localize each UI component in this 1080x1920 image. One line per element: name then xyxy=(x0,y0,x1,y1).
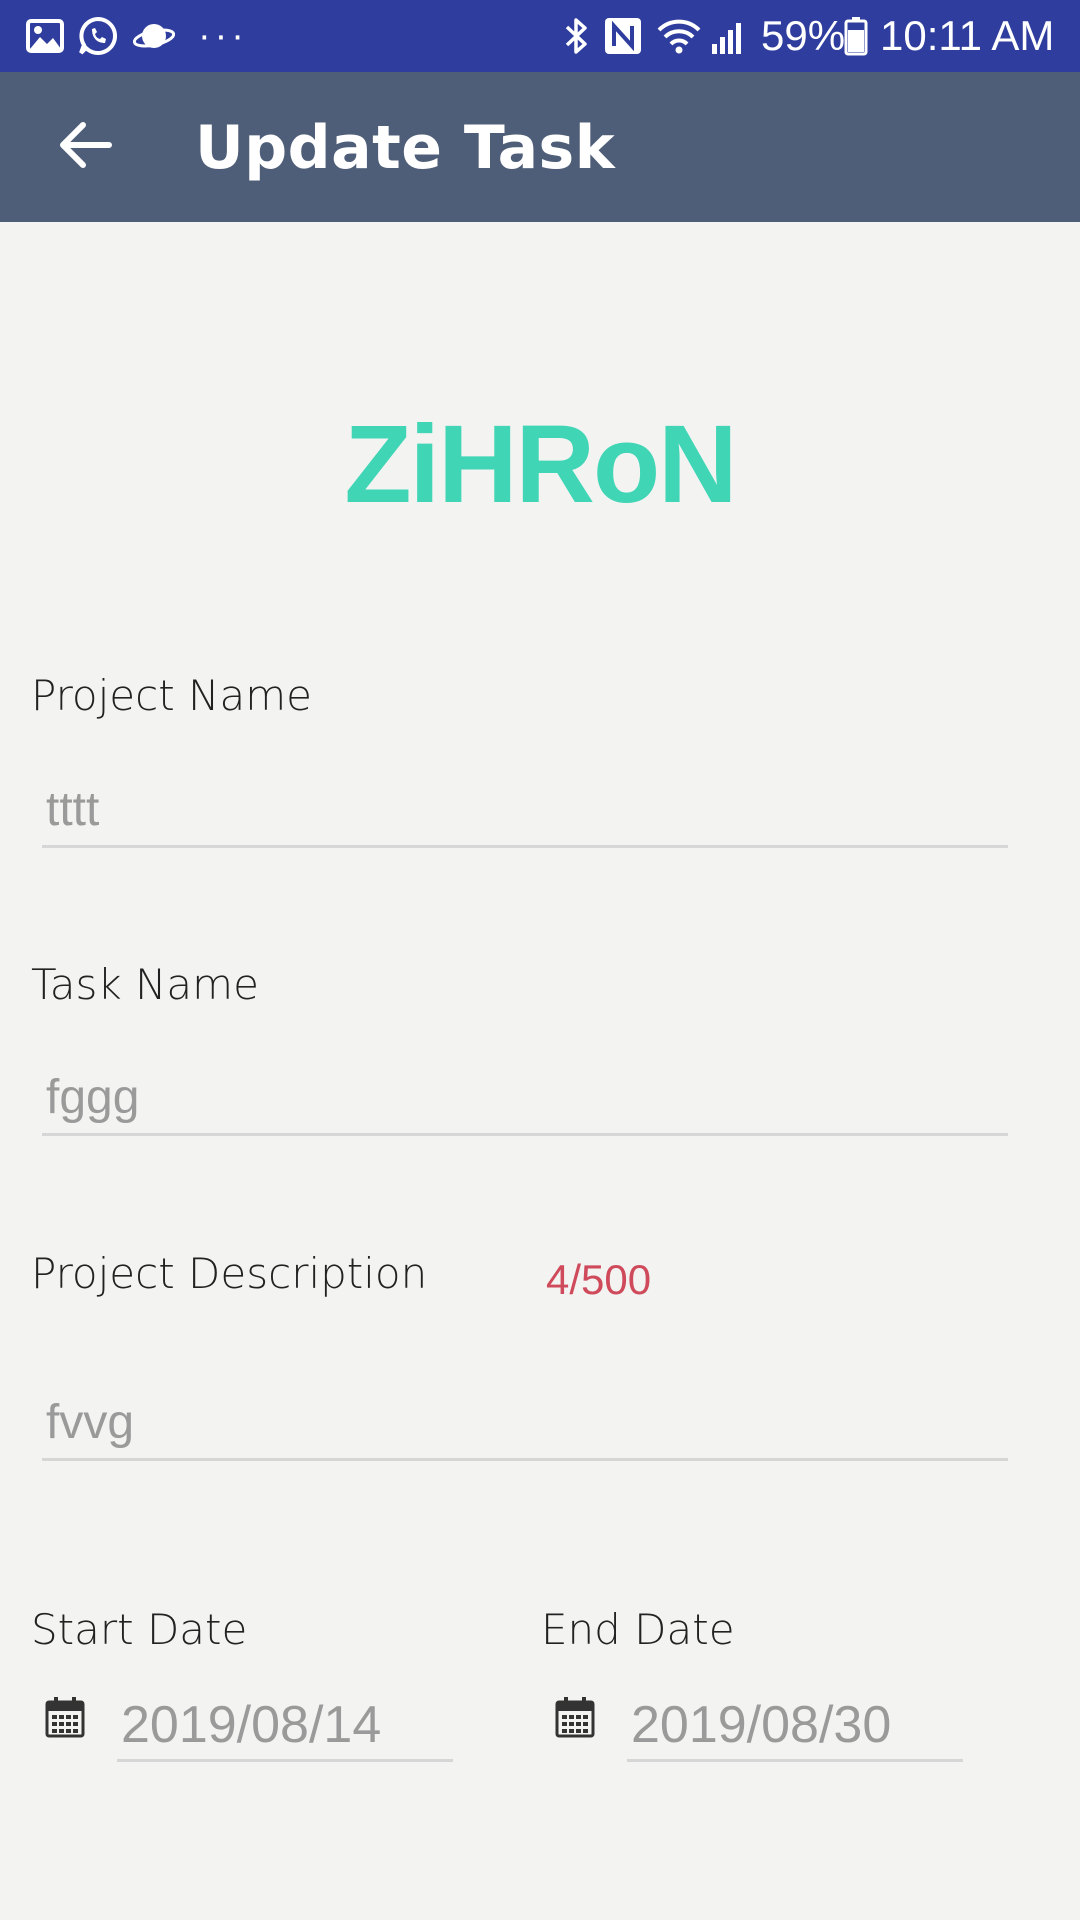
battery-percent: 59% xyxy=(761,12,846,59)
task-name-label: Task Name xyxy=(31,960,259,1009)
app-bar: Update Task xyxy=(0,72,1080,222)
end-date-label: End Date xyxy=(541,1605,735,1654)
status-bar: ··· 59% 10:11 AM xyxy=(0,0,1080,72)
nfc-icon xyxy=(603,16,643,56)
character-counter: 4/500 xyxy=(546,1256,652,1303)
app-logo: ZiHRoN xyxy=(344,403,737,526)
task-name-input[interactable]: fggg xyxy=(42,1060,1008,1136)
whatsapp-icon xyxy=(78,16,118,56)
project-name-label: Project Name xyxy=(31,671,312,720)
gallery-icon xyxy=(26,16,64,56)
more-dots-icon: ··· xyxy=(198,15,248,57)
project-description-label: Project Description xyxy=(31,1249,428,1298)
arrow-left-icon xyxy=(57,120,113,174)
clock: 10:11 AM xyxy=(880,12,1055,59)
end-date-field[interactable]: 2019/08/30 xyxy=(627,1690,963,1762)
project-description-input[interactable]: fvvg xyxy=(42,1385,1008,1461)
signal-icon xyxy=(710,16,748,56)
start-date-label: Start Date xyxy=(31,1605,248,1654)
planet-icon xyxy=(132,16,176,56)
wifi-icon xyxy=(655,16,703,56)
start-date-field[interactable]: 2019/08/14 xyxy=(117,1690,453,1762)
screen: ··· 59% 10:11 AM Update Task ZiHRoN Proj… xyxy=(0,0,1080,1920)
bluetooth-icon xyxy=(563,16,591,56)
page-title: Update Task xyxy=(195,113,616,183)
calendar-icon[interactable] xyxy=(45,1696,85,1738)
calendar-icon[interactable] xyxy=(555,1696,595,1738)
back-button[interactable] xyxy=(40,107,130,187)
battery-icon xyxy=(844,16,868,56)
project-name-input[interactable]: tttt xyxy=(42,772,1008,848)
